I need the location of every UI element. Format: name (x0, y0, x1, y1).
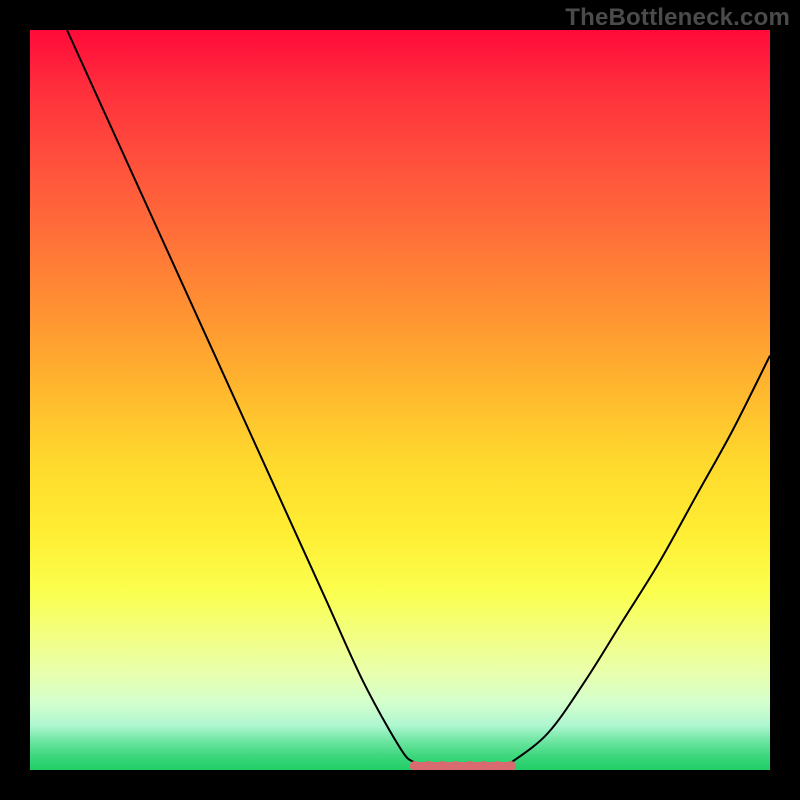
bottleneck-curve (67, 30, 770, 770)
flat-region-markers (410, 761, 516, 770)
chart-frame: TheBottleneck.com (0, 0, 800, 800)
plot-area (30, 30, 770, 770)
bottleneck-curve-svg (30, 30, 770, 770)
watermark-text: TheBottleneck.com (565, 4, 790, 32)
